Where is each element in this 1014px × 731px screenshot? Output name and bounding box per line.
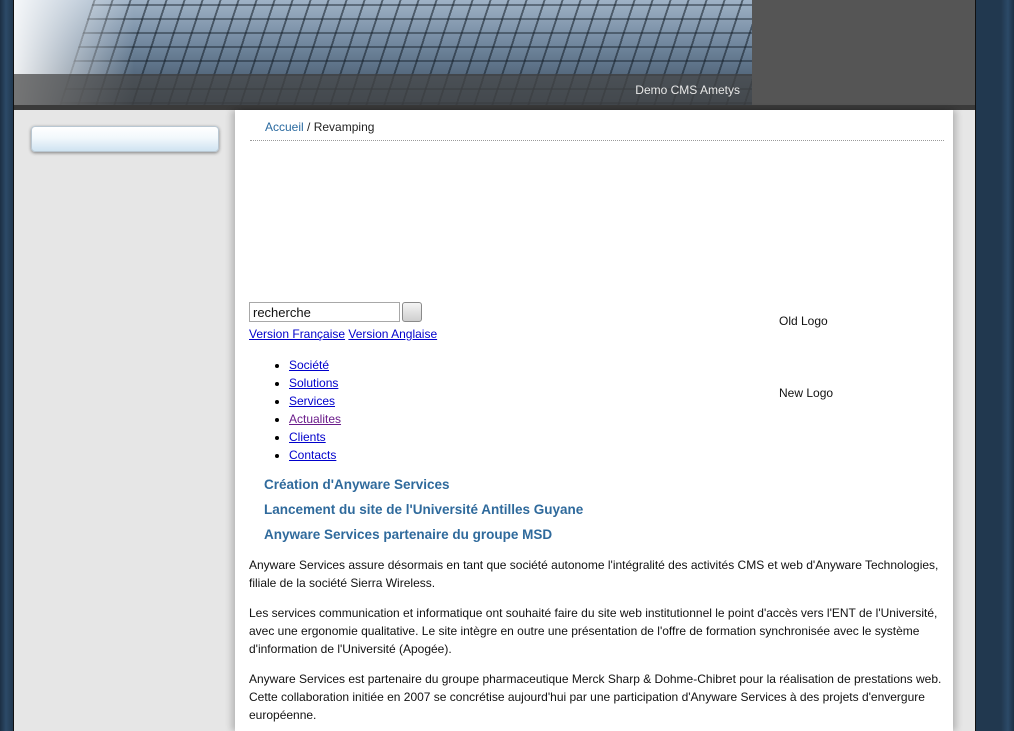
menu-item-solutions: Solutions xyxy=(289,374,341,392)
menu-link-solutions[interactable]: Solutions xyxy=(289,376,338,390)
breadcrumb: Accueil / Revamping xyxy=(265,120,374,134)
search-button[interactable] xyxy=(402,302,422,322)
old-logo-image-alt: Old Logo xyxy=(779,314,828,328)
new-logo-image-alt: New Logo xyxy=(779,386,834,400)
menu-item-services: Services xyxy=(289,392,341,410)
menu-link-services[interactable]: Services xyxy=(289,394,335,408)
menu-link-societe[interactable]: Société xyxy=(289,358,329,372)
menu-item-contacts: Contacts xyxy=(289,446,341,464)
news-title-lancement[interactable]: Lancement du site de l'Université Antill… xyxy=(264,502,583,517)
news-paragraph-creation: Anyware Services assure désormais en tan… xyxy=(249,558,939,590)
english-version-link[interactable]: Version Anglaise xyxy=(348,327,437,341)
breadcrumb-divider xyxy=(250,140,944,141)
page-frame: Demo CMS Ametys Accueil / Revamping Vers… xyxy=(13,0,976,731)
language-switcher: Version Française Version Anglaise xyxy=(249,327,437,341)
news-paragraph-partenaire: Anyware Services est partenaire du group… xyxy=(249,672,942,722)
breadcrumb-separator: / xyxy=(307,120,311,134)
search-input[interactable] xyxy=(249,302,400,322)
main-menu: Société Solutions Services Actualites Cl… xyxy=(249,356,341,464)
menu-link-clients[interactable]: Clients xyxy=(289,430,326,444)
menu-item-actualites: Actualites xyxy=(289,410,341,428)
left-navigation-box xyxy=(31,126,219,152)
site-header: Demo CMS Ametys xyxy=(14,0,975,110)
news-title-partenaire[interactable]: Anyware Services partenaire du groupe MS… xyxy=(264,527,552,542)
menu-link-contacts[interactable]: Contacts xyxy=(289,448,336,462)
menu-item-societe: Société xyxy=(289,356,341,374)
banner-caption: Demo CMS Ametys xyxy=(635,83,740,97)
menu-item-clients: Clients xyxy=(289,428,341,446)
breadcrumb-home-link[interactable]: Accueil xyxy=(265,120,304,134)
news-paragraph-lancement: Les services communication et informatiq… xyxy=(249,606,938,656)
french-version-link[interactable]: Version Française xyxy=(249,327,345,341)
header-banner-image: Demo CMS Ametys xyxy=(14,0,752,105)
news-title-creation[interactable]: Création d'Anyware Services xyxy=(264,477,450,492)
menu-link-actualites[interactable]: Actualites xyxy=(289,412,341,426)
breadcrumb-current: Revamping xyxy=(313,120,375,134)
main-content: Accueil / Revamping Version Française Ve… xyxy=(235,110,953,731)
